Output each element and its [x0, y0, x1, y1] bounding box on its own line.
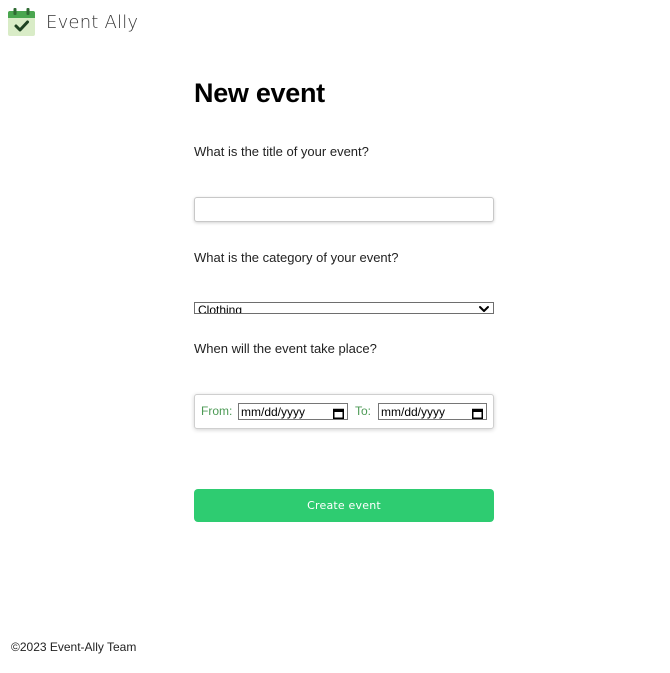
calendar-icon[interactable]: [333, 406, 344, 419]
category-select[interactable]: Clothing: [194, 302, 494, 314]
page: Event Ally New event What is the title o…: [0, 0, 670, 673]
date-question-label: When will the event take place?: [194, 341, 377, 356]
title-question-label: What is the title of your event?: [194, 144, 369, 159]
calendar-check-icon[interactable]: [7, 7, 36, 37]
create-event-button[interactable]: Create event: [194, 489, 494, 522]
to-label: To:: [355, 404, 372, 418]
to-date-input[interactable]: mm/dd/yyyy: [378, 403, 487, 420]
category-question-label: What is the category of your event?: [194, 250, 399, 265]
from-label: From:: [201, 404, 233, 418]
calendar-icon[interactable]: [472, 406, 483, 419]
brand-name[interactable]: Event Ally: [46, 12, 138, 33]
date-range-box: From: mm/dd/yyyy To: mm/dd/yyyy: [194, 394, 494, 429]
from-date-input[interactable]: mm/dd/yyyy: [238, 403, 348, 420]
chevron-down-icon: [478, 303, 490, 313]
header: Event Ally: [7, 7, 138, 37]
footer-copyright: ©2023 Event-Ally Team: [11, 640, 137, 654]
from-date-placeholder: mm/dd/yyyy: [241, 405, 306, 419]
page-title: New event: [194, 78, 325, 108]
to-date-placeholder: mm/dd/yyyy: [381, 405, 446, 419]
event-title-input[interactable]: [194, 197, 494, 222]
category-selected-value: Clothing: [198, 303, 243, 314]
